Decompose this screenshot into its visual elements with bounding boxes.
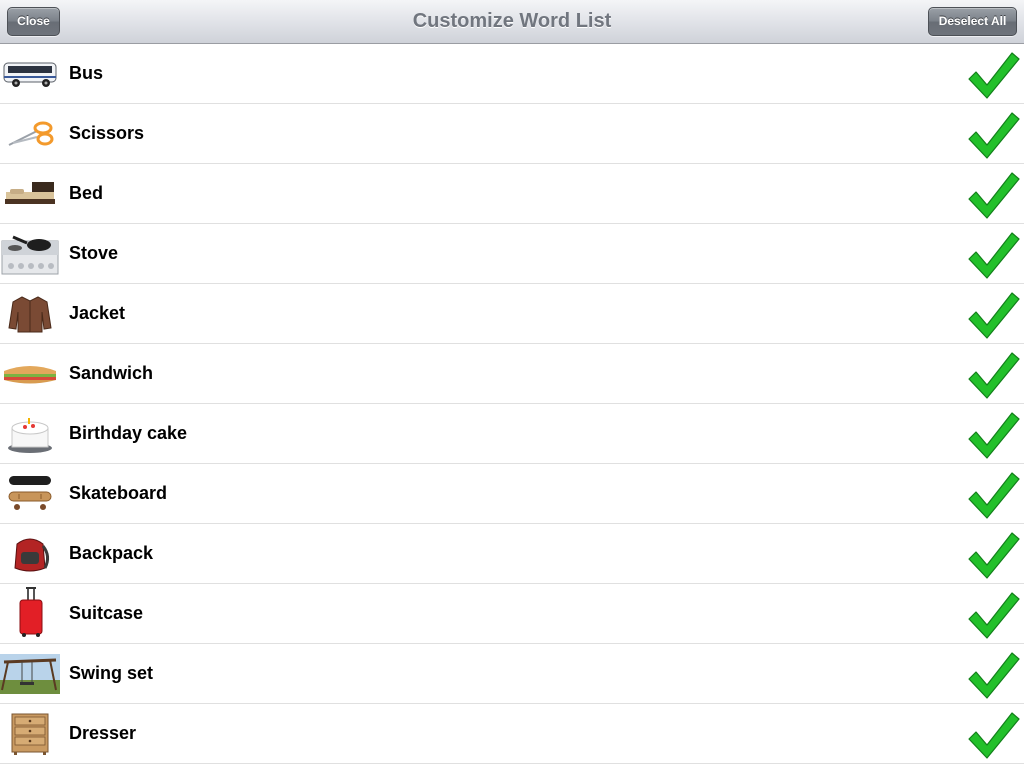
word-label: Birthday cake (69, 423, 188, 443)
bed-icon (0, 172, 60, 216)
word-label: Suitcase (69, 603, 144, 623)
scissors-icon (0, 112, 60, 156)
word-label: Sandwich (69, 363, 154, 383)
bus-icon (0, 52, 60, 96)
word-label: Dresser (69, 723, 137, 743)
backpack-icon (0, 532, 60, 576)
deselect-all-button[interactable]: Deselect All (928, 7, 1017, 36)
word-label: Bus (69, 63, 104, 83)
checkmark-icon[interactable] (966, 170, 1020, 220)
checkmark-icon[interactable] (966, 410, 1020, 460)
checkmark-icon[interactable] (966, 590, 1020, 640)
checkmark-icon[interactable] (966, 50, 1020, 100)
cake-icon (0, 412, 60, 456)
page-title: Customize Word List (412, 10, 612, 32)
suitcase-icon (0, 587, 60, 637)
list-item[interactable]: Skateboard (0, 464, 1024, 524)
checkmark-icon[interactable] (966, 470, 1020, 520)
word-label: Skateboard (69, 483, 168, 503)
checkmark-icon[interactable] (966, 110, 1020, 160)
word-label: Backpack (69, 543, 154, 563)
stove-icon (0, 232, 60, 276)
list-item[interactable]: Bed (0, 164, 1024, 224)
sandwich-icon (0, 352, 60, 396)
list-item[interactable]: Stove (0, 224, 1024, 284)
word-label: Swing set (69, 663, 154, 683)
word-list[interactable]: Bus Scissors Bed Stove Jacket Sandwich B… (0, 44, 1024, 768)
checkmark-icon[interactable] (966, 350, 1020, 400)
swing-set-icon (0, 652, 60, 696)
checkmark-icon[interactable] (966, 230, 1020, 280)
list-item[interactable]: Dresser (0, 704, 1024, 764)
list-item[interactable]: Swing set (0, 644, 1024, 704)
list-item[interactable]: Backpack (0, 524, 1024, 584)
checkmark-icon[interactable] (966, 530, 1020, 580)
jacket-icon (0, 292, 60, 336)
list-item[interactable]: Sandwich (0, 344, 1024, 404)
checkmark-icon[interactable] (966, 290, 1020, 340)
word-label: Jacket (69, 303, 126, 323)
word-label: Scissors (69, 123, 145, 143)
list-item[interactable]: Birthday cake (0, 404, 1024, 464)
dresser-icon (0, 712, 60, 756)
navigation-bar: Close Customize Word List Deselect All (0, 0, 1024, 44)
list-item[interactable]: Jacket (0, 284, 1024, 344)
word-label: Bed (69, 183, 104, 203)
word-label: Stove (69, 243, 119, 263)
list-item[interactable]: Bus (0, 44, 1024, 104)
checkmark-icon[interactable] (966, 650, 1020, 700)
list-item[interactable]: Scissors (0, 104, 1024, 164)
skateboard-icon (0, 472, 60, 516)
list-item[interactable]: Suitcase (0, 584, 1024, 644)
checkmark-icon[interactable] (966, 710, 1020, 760)
